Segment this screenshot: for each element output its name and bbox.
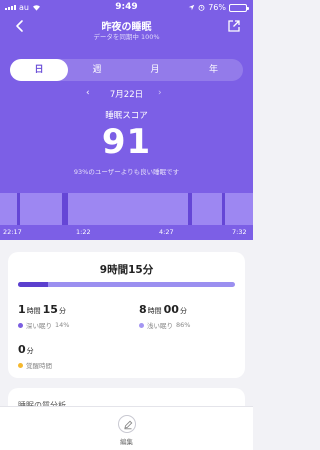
date-next-button[interactable]: › <box>158 88 162 98</box>
sync-status: データを同期中 100% <box>93 33 160 41</box>
awake-label: 覚醒時間 <box>26 362 52 370</box>
timeline-end: 7:32 <box>232 228 247 236</box>
sleep-score: 91 <box>101 122 152 162</box>
timeline-tick-1: 1:22 <box>76 228 91 236</box>
timeline-axis: 22:17 1:22 4:27 7:32 <box>0 228 253 238</box>
deep-minutes: 15 <box>42 303 58 316</box>
deep-sleep-segment <box>222 193 225 225</box>
deep-sleep-percent: 14% <box>55 321 70 329</box>
awake-stat: 0分 覚醒時間 <box>18 338 52 370</box>
edit-label: 編集 <box>120 438 133 446</box>
tab-day[interactable]: 日 <box>10 59 68 81</box>
header-panel: au 9:49 76% 昨夜の睡眠 データを同期中 100% 日 週 月 年 ‹… <box>0 0 253 240</box>
deep-sleep-segment <box>17 193 20 225</box>
timeline-tick-2: 4:27 <box>159 228 174 236</box>
deep-sleep-stat: 1時間 15分 深い眠り 14% <box>18 298 69 330</box>
light-sleep-dot <box>139 322 144 328</box>
edit-icon <box>124 420 133 430</box>
share-icon[interactable] <box>227 19 241 33</box>
deep-sleep-segment <box>62 193 68 225</box>
light-sleep-label: 浅い眠り <box>147 322 173 330</box>
light-hours-unit: 時間 <box>147 307 162 315</box>
status-bar: au 9:49 76% <box>0 0 253 16</box>
deep-hours: 1 <box>18 303 26 316</box>
deep-sleep-dot <box>18 322 23 328</box>
light-minutes-unit: 分 <box>179 307 187 315</box>
sleep-summary-card: 9時間15分 1時間 15分 深い眠り 14% 8時間 00分 浅い眠り 86% 0… <box>8 252 245 378</box>
awake-minutes-unit: 分 <box>26 347 34 355</box>
score-label: 睡眠スコア <box>105 111 148 121</box>
status-right: 76% <box>188 3 249 12</box>
tab-week[interactable]: 週 <box>68 59 126 81</box>
deep-sleep-segment <box>188 193 192 225</box>
sleep-timeline <box>0 193 253 225</box>
light-sleep-percent: 86% <box>176 321 191 329</box>
timeline-start: 22:17 <box>3 228 22 236</box>
tab-month[interactable]: 月 <box>126 59 184 81</box>
deep-hours-unit: 時間 <box>26 307 41 315</box>
deep-sleep-label: 深い眠り <box>26 322 52 330</box>
deep-minutes-unit: 分 <box>58 307 66 315</box>
deep-sleep-fill <box>18 282 49 287</box>
light-minutes: 00 <box>163 303 179 316</box>
bottom-toolbar: 編集 <box>0 406 253 450</box>
tab-year[interactable]: 年 <box>184 59 243 81</box>
light-hours: 8 <box>139 303 147 316</box>
edit-button[interactable] <box>118 415 136 433</box>
location-icon <box>188 4 195 11</box>
score-comparison: 93%のユーザーよりも良い睡眠です <box>73 168 180 176</box>
sleep-ratio-bar <box>18 282 235 287</box>
period-tabs: 日 週 月 年 <box>10 59 243 81</box>
total-sleep-time: 9時間15分 <box>99 264 154 276</box>
alarm-icon <box>198 4 205 11</box>
battery-percent: 76% <box>208 3 226 12</box>
date-label: 7月22日 <box>109 90 144 100</box>
light-sleep-stat: 8時間 00分 浅い眠り 86% <box>139 298 190 330</box>
awake-dot <box>18 362 23 368</box>
battery-icon <box>229 3 249 12</box>
awake-minutes: 0 <box>18 343 26 356</box>
light-sleep-band <box>0 193 253 225</box>
